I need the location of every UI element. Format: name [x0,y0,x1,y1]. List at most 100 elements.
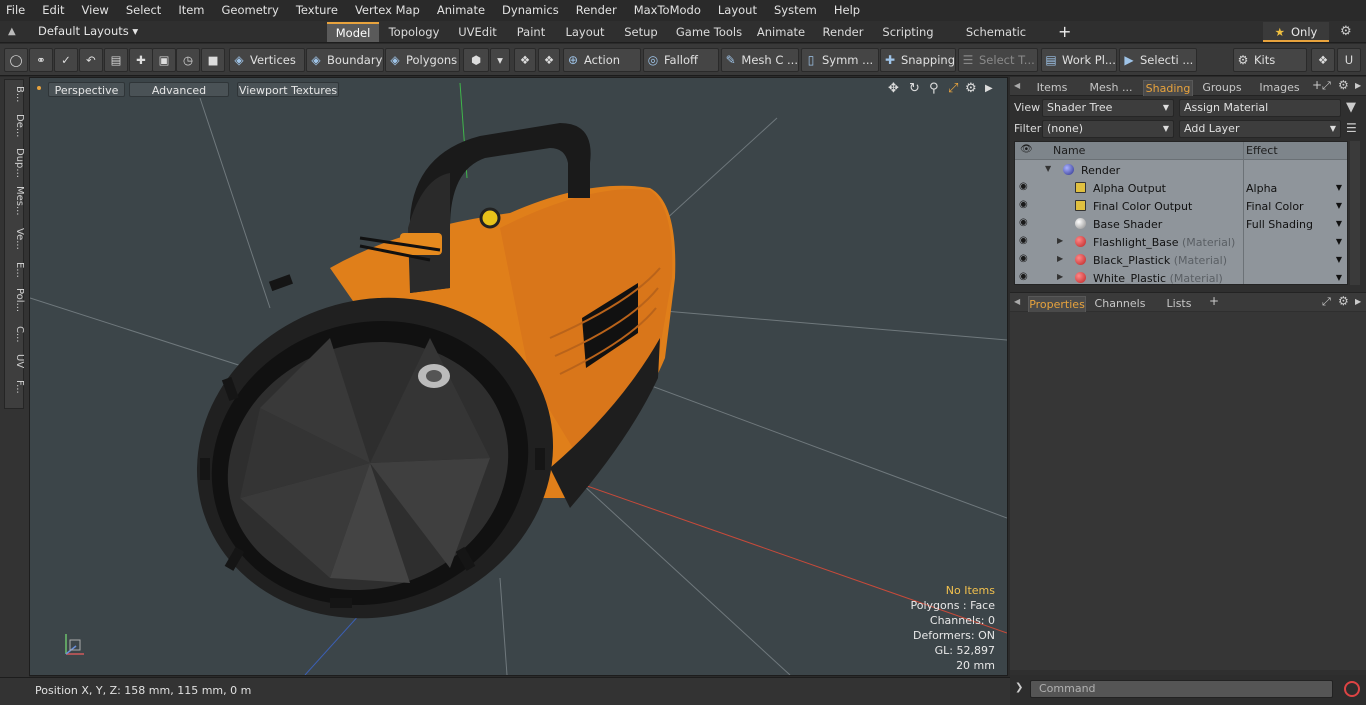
only-button[interactable]: ★ Only [1263,22,1329,42]
tab-properties[interactable]: Properties [1028,296,1086,312]
tree-row-alpha-output[interactable]: ◉ Alpha Output Alpha ▼ [1015,179,1347,197]
material-mode-icon[interactable]: ⬢ [463,48,489,72]
panel-arrow-icon[interactable]: ▶ [1355,297,1361,306]
left-tab-uv[interactable]: UV [5,352,25,368]
tree-row-white-plastic[interactable]: ◉ ▶ White_Plastic (Material) ▼ [1015,269,1347,284]
menu-item[interactable]: Item [172,0,210,21]
zoom-icon[interactable]: ⚲ [929,81,939,96]
panel-gear-icon[interactable]: ⚙ [1338,294,1349,308]
panel-menu-icon[interactable]: ◀ [1014,297,1020,306]
assign-material-button[interactable]: Assign Material [1179,99,1341,117]
center-icon[interactable]: ✚ [129,48,153,72]
tab-items[interactable]: Items [1030,80,1074,96]
add-panel-tab-icon[interactable]: + [1209,294,1219,308]
move-icon[interactable]: ✥ [888,81,899,96]
panel-expand-icon[interactable]: ⤢ [1322,79,1331,93]
gear-icon[interactable]: ⚙ [1340,24,1352,39]
expand-arrow-icon[interactable]: ▶ [1057,254,1063,263]
left-tab-vertex[interactable]: Ve... [5,226,25,250]
tab-shading[interactable]: Shading [1143,80,1193,96]
panel-menu-icon[interactable]: ◀ [1014,81,1020,90]
tab-topology[interactable]: Topology [384,22,444,42]
view-dropdown[interactable]: Shader Tree ▼ [1042,99,1174,117]
lasso-icon[interactable]: ↶ [79,48,103,72]
menu-geometry[interactable]: Geometry [216,0,285,21]
snapping-button[interactable]: ✚ Snapping [880,48,956,72]
unity-icon[interactable]: ❖ [1311,48,1335,72]
eye-icon[interactable]: ◉ [1019,199,1028,210]
expand-arrow-icon[interactable]: ▶ [1057,272,1063,281]
add-panel-tab-icon[interactable]: + [1312,78,1322,92]
left-tab-polygon[interactable]: Pol... [5,286,25,312]
polygons-button[interactable]: ◈ Polygons [385,48,460,72]
tab-channels[interactable]: Channels [1092,296,1148,312]
left-tab-basic[interactable]: B... [5,84,25,102]
tree-row-black-plastick[interactable]: ◉ ▶ Black_Plastick (Material) ▼ [1015,251,1347,269]
add-layer-dropdown[interactable]: Add Layer ▼ [1179,120,1341,138]
falloff-button[interactable]: ◎ Falloff [643,48,719,72]
left-tab-fusion[interactable]: F... [5,378,25,394]
tab-lists[interactable]: Lists [1154,296,1204,312]
tab-game-tools[interactable]: Game Tools [672,22,746,42]
symmetry-y-icon[interactable]: ❖ [538,48,560,72]
tab-paint[interactable]: Paint [511,22,551,42]
mesh-constraints-button[interactable]: ✎ Mesh C ... [721,48,799,72]
tab-scripting[interactable]: Scripting [876,22,940,42]
row-effect[interactable]: Alpha ▼ [1246,182,1346,195]
menu-system[interactable]: System [768,0,823,21]
menu-edit[interactable]: Edit [36,0,70,21]
timer-icon[interactable]: ◷ [176,48,200,72]
add-tab-icon[interactable]: + [1058,22,1071,42]
selection-sets-button[interactable]: ▶ Selecti ... [1119,48,1197,72]
eye-icon[interactable]: ◉ [1019,217,1028,228]
action-center-button[interactable]: ⊕ Action [563,48,641,72]
command-input[interactable]: Command [1030,680,1333,698]
viewport-textures-button[interactable]: Viewport Textures [237,82,339,97]
record-icon[interactable] [1344,681,1360,697]
menu-animate[interactable]: Animate [431,0,491,21]
rotate-icon[interactable]: ↻ [909,81,920,96]
unreal-icon[interactable]: U [1337,48,1361,72]
boundary-button[interactable]: ◈ Boundary [306,48,384,72]
pen-icon[interactable]: ✓ [54,48,78,72]
eye-icon[interactable]: ◉ [1019,271,1028,282]
align-icon[interactable]: ▤ [104,48,128,72]
chevron-down-icon[interactable]: ▾ [490,48,510,72]
effect-column-header[interactable]: Effect [1246,144,1278,157]
panel-expand-icon[interactable]: ⤢ [1322,295,1331,309]
menu-layout[interactable]: Layout [712,0,763,21]
left-tab-duplicate[interactable]: Dup... [5,146,25,178]
tree-row-flashlight-base[interactable]: ◉ ▶ Flashlight_Base (Material) ▼ [1015,233,1347,251]
tab-images[interactable]: Images [1251,80,1308,96]
menu-vertex-map[interactable]: Vertex Map [349,0,426,21]
viewport-gear-icon[interactable]: ⚙ [965,81,977,96]
tab-mesh[interactable]: Mesh ... [1080,80,1142,96]
expand-arrow-icon[interactable]: ▼ [1045,164,1051,173]
menu-render[interactable]: Render [570,0,623,21]
row-effect[interactable]: Final Color ▼ [1246,200,1346,213]
left-tab-edge[interactable]: E... [5,260,25,278]
select-circle-icon[interactable]: ◯ [4,48,28,72]
tab-layout[interactable]: Layout [559,22,611,42]
eye-icon[interactable]: ◉ [1019,235,1028,246]
symmetry-button[interactable]: ▯ Symm ... [801,48,879,72]
element-icon[interactable]: ▣ [152,48,176,72]
symmetry-x-icon[interactable]: ❖ [514,48,536,72]
tree-row-render[interactable]: ▼ Render [1015,161,1347,179]
item-mode-icon[interactable]: ■ [201,48,225,72]
globe-icon[interactable]: ⚭ [29,48,53,72]
tree-scrollbar[interactable] [1350,141,1360,285]
work-plane-button[interactable]: ▤ Work Pl... [1041,48,1117,72]
tab-animate[interactable]: Animate [752,22,810,42]
tree-row-final-color-output[interactable]: ◉ Final Color Output Final Color ▼ [1015,197,1347,215]
perspective-button[interactable]: Perspective [48,82,125,97]
viewport-menu-dot[interactable] [37,86,41,90]
maximize-icon[interactable]: ⤢ [948,81,958,96]
filter-dropdown[interactable]: (none) ▼ [1042,120,1174,138]
advanced-button[interactable]: Advanced [129,82,229,97]
kits-button[interactable]: ⚙ Kits [1233,48,1307,72]
menu-maxtomodo[interactable]: MaxToModo [628,0,707,21]
menu-dynamics[interactable]: Dynamics [496,0,565,21]
tab-render[interactable]: Render [817,22,869,42]
menu-select[interactable]: Select [120,0,167,21]
